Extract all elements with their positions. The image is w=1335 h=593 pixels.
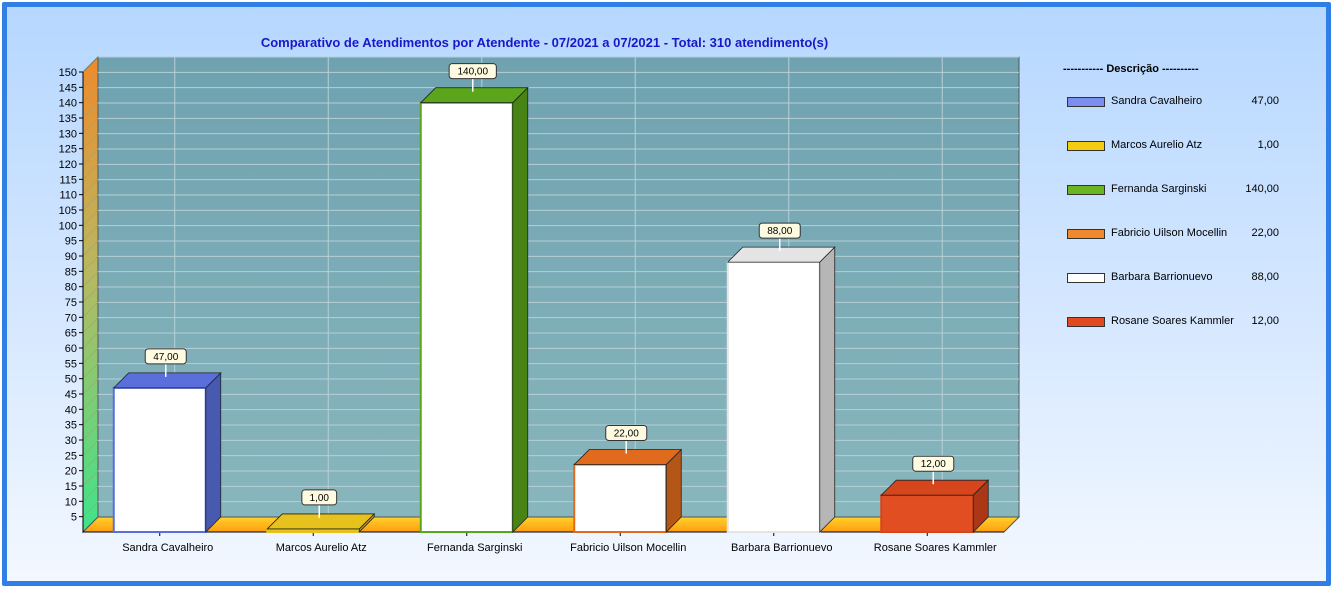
y-tick-label: 20 [65, 466, 77, 478]
legend-item: Barbara Barrionuevo 88,00 [1057, 271, 1287, 315]
legend-swatch [1067, 141, 1105, 151]
legend-item: Fabricio Uilson Mocellin 22,00 [1057, 227, 1287, 271]
y-tick-label: 10 [65, 496, 77, 508]
bar [419, 86, 529, 534]
bar-front [112, 386, 207, 533]
legend-value: 88,00 [1251, 271, 1279, 283]
y-tick-label: 130 [59, 128, 77, 140]
bar-side [205, 371, 222, 533]
y-tick-label: 65 [65, 328, 77, 340]
bar-top [880, 479, 990, 496]
legend-label: Fabricio Uilson Mocellin [1111, 227, 1228, 239]
y-tick-label: 80 [65, 282, 77, 294]
x-tick-label: Barbara Barrionuevo [731, 542, 833, 554]
y-tick-label: 30 [65, 435, 77, 447]
bar-front [880, 494, 975, 534]
y-tick-label: 95 [65, 236, 77, 248]
data-label: 12,00 [921, 459, 946, 470]
bar [112, 371, 222, 533]
legend-label: Sandra Cavalheiro [1111, 95, 1203, 107]
y-tick-label: 75 [65, 297, 77, 309]
bar-front [266, 527, 361, 534]
floor [81, 516, 1021, 533]
legend-item: Rosane Soares Kammler 12,00 [1057, 315, 1287, 359]
y-tick-label: 70 [65, 312, 77, 324]
bar-top [112, 372, 222, 389]
x-tick-label: Fabricio Uilson Mocellin [570, 542, 686, 554]
y-tick-label: 35 [65, 420, 77, 432]
legend-swatch [1067, 273, 1105, 283]
legend-value: 12,00 [1251, 315, 1279, 327]
legend-swatch [1067, 229, 1105, 239]
bar-side [512, 86, 529, 533]
data-label: 1,00 [310, 493, 330, 504]
y-tick-label: 110 [59, 190, 77, 202]
y-tick-label: 45 [65, 389, 77, 401]
x-tick-label: Sandra Cavalheiro [122, 542, 213, 554]
x-tick-label: Fernanda Sarginski [427, 542, 522, 554]
y-tick-label: 40 [65, 404, 77, 416]
legend-item: Marcos Aurelio Atz 1,00 [1057, 139, 1287, 183]
legend-value: 22,00 [1251, 227, 1279, 239]
bar-front [726, 261, 821, 533]
bar [266, 512, 376, 534]
legend-label: Rosane Soares Kammler [1111, 315, 1234, 327]
legend-item: Fernanda Sarginski 140,00 [1057, 183, 1287, 227]
bar-top [726, 246, 836, 263]
y-tick-label: 85 [65, 266, 77, 278]
data-label: 47,00 [153, 352, 178, 363]
x-tick-label: Rosane Soares Kammler [874, 542, 997, 554]
legend-swatch [1067, 185, 1105, 195]
bar-top [266, 513, 376, 530]
legend-swatch [1067, 317, 1105, 327]
data-label: 88,00 [767, 226, 792, 237]
y-tick-label: 90 [65, 251, 77, 263]
y-tick-label: 5 [71, 512, 77, 524]
bar [573, 448, 683, 533]
bar [726, 246, 836, 533]
y-tick-label: 60 [65, 343, 77, 355]
y-tick-label: 105 [59, 205, 77, 217]
y-tick-label: 120 [59, 159, 77, 171]
legend-header: ----------- Descrição ---------- [1063, 63, 1199, 75]
y-tick-label: 135 [59, 113, 77, 125]
legend-value: 140,00 [1245, 183, 1279, 195]
y-tick-label: 145 [59, 82, 77, 94]
legend-swatch [1067, 97, 1105, 107]
data-label: 140,00 [457, 67, 488, 78]
y-tick-label: 25 [65, 450, 77, 462]
y-tick-label: 140 [59, 98, 77, 110]
y-tick-label: 125 [59, 144, 77, 156]
bar-top [419, 87, 529, 104]
y-tick-label: 150 [59, 67, 77, 79]
legend-label: Barbara Barrionuevo [1111, 271, 1213, 283]
bar-top [573, 449, 683, 465]
bar-front [419, 101, 514, 534]
legend-item: Sandra Cavalheiro 47,00 [1057, 95, 1287, 139]
y-tick-label: 115 [59, 174, 77, 186]
legend-value: 47,00 [1251, 95, 1279, 107]
legend-label: Marcos Aurelio Atz [1111, 139, 1203, 151]
bar-side [819, 246, 836, 533]
bar [880, 479, 990, 534]
data-label: 22,00 [614, 429, 639, 440]
legend: ----------- Descrição ---------- Sandra … [1057, 63, 1287, 359]
bar-front [573, 463, 668, 533]
x-tick-label: Marcos Aurelio Atz [276, 542, 367, 554]
legend-label: Fernanda Sarginski [1111, 183, 1207, 195]
y-tick-label: 55 [65, 358, 77, 370]
chart-frame: Comparativo de Atendimentos por Atendent… [2, 2, 1331, 586]
legend-value: 1,00 [1257, 139, 1279, 151]
y-tick-label: 100 [59, 220, 77, 232]
y-tick-label: 50 [65, 374, 77, 386]
y-tick-label: 15 [65, 481, 77, 493]
